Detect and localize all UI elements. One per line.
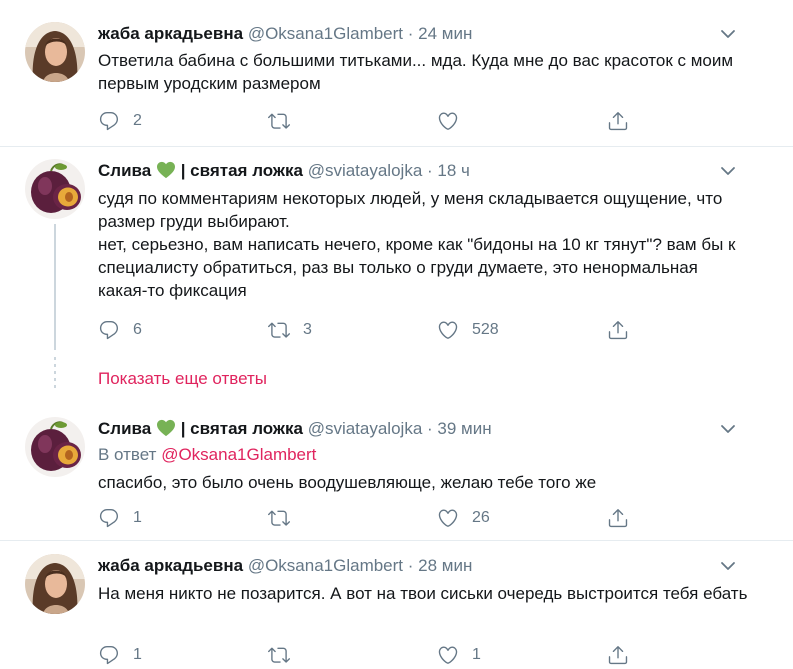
tweet-actions: 1 1: [98, 643, 638, 667]
separator: ·: [407, 24, 414, 43]
share-button[interactable]: [607, 318, 629, 342]
avatar[interactable]: [25, 159, 85, 219]
show-more-replies-link[interactable]: Показать еще ответы: [98, 369, 267, 389]
tweet-text: Ответила бабина с большими титьками... м…: [98, 51, 734, 93]
chevron-down-icon[interactable]: [719, 162, 737, 180]
share-button[interactable]: [607, 643, 629, 667]
like-icon: [438, 646, 458, 664]
divider: [0, 146, 793, 147]
thread-line: [54, 224, 56, 350]
chevron-down-icon[interactable]: [719, 420, 737, 438]
reply-button[interactable]: 1: [98, 506, 142, 530]
reply-button[interactable]: 1: [98, 643, 142, 667]
author-name-suffix[interactable]: | святая ложка: [181, 161, 303, 180]
share-button[interactable]: [607, 506, 629, 530]
author-handle[interactable]: @Oksana1Glambert: [248, 24, 403, 43]
tweet-actions: 2: [98, 109, 638, 133]
like-count: 1: [472, 646, 481, 663]
separator: ·: [427, 419, 433, 438]
tweet-text: спасибо, это было очень воодушевляюще, ж…: [98, 473, 597, 492]
timestamp[interactable]: 39 мин: [437, 419, 491, 438]
author-name[interactable]: жаба аркадьевна: [98, 556, 243, 575]
like-button[interactable]: [437, 109, 472, 133]
author-name[interactable]: Слива: [98, 161, 151, 180]
author-handle[interactable]: @Oksana1Glambert: [248, 556, 403, 575]
avatar[interactable]: [25, 22, 85, 82]
reply-button[interactable]: 6: [98, 318, 142, 342]
green-heart-icon: [156, 419, 175, 437]
retweet-icon: [268, 113, 290, 129]
avatar[interactable]: [25, 554, 85, 614]
tweet-text: судя по комментариям некоторых людей, у …: [98, 189, 736, 300]
reply-count: 1: [133, 646, 142, 663]
reply-count: 2: [133, 112, 142, 129]
retweet-icon: [268, 647, 290, 663]
tweet-text: На меня никто не позарится. А вот на тво…: [98, 584, 748, 603]
avatar[interactable]: [25, 417, 85, 477]
reply-count: 6: [133, 321, 142, 338]
retweet-count: 3: [303, 321, 312, 338]
thread-more-dots: [54, 357, 56, 392]
author-name-suffix[interactable]: | святая ложка: [181, 419, 303, 438]
separator: ·: [407, 556, 414, 575]
like-button[interactable]: 528: [437, 318, 499, 342]
retweet-icon: [268, 322, 290, 338]
timestamp[interactable]: 24 мин: [418, 24, 472, 43]
retweet-button[interactable]: [268, 643, 303, 667]
avatar-image: [25, 22, 85, 82]
share-icon: [608, 321, 628, 340]
tweet-actions: 6 3 528: [98, 318, 638, 342]
timestamp[interactable]: 28 мин: [418, 556, 472, 575]
retweet-button[interactable]: 3: [268, 318, 312, 342]
avatar-image: [25, 554, 85, 614]
tweet-header: жаба аркадьевна @Oksana1Glambert · 24 ми…: [98, 23, 472, 45]
share-icon: [608, 112, 628, 131]
reply-icon: [99, 112, 119, 131]
green-heart-icon: [156, 161, 175, 179]
tweet-header: жаба аркадьевна @Oksana1Glambert · 28 ми…: [98, 555, 472, 577]
reply-icon: [99, 509, 119, 528]
retweet-icon: [268, 510, 290, 526]
reply-context: В ответ @Oksana1Glambert: [98, 444, 316, 466]
reply-button[interactable]: 2: [98, 109, 142, 133]
tweet-actions: 1 26: [98, 506, 638, 530]
avatar-image: [25, 417, 85, 477]
like-icon: [438, 509, 458, 527]
chevron-down-icon[interactable]: [719, 25, 737, 43]
like-icon: [438, 112, 458, 130]
reply-count: 1: [133, 509, 142, 526]
share-icon: [608, 509, 628, 528]
share-button[interactable]: [607, 109, 629, 133]
reply-icon: [99, 646, 119, 665]
like-button[interactable]: 26: [437, 506, 490, 530]
author-handle[interactable]: @sviatayalojka: [308, 419, 423, 438]
retweet-button[interactable]: [268, 506, 303, 530]
reply-prefix: В ответ: [98, 445, 157, 464]
like-button[interactable]: 1: [437, 643, 481, 667]
share-icon: [608, 646, 628, 665]
tweet-header: Слива | святая ложка @sviatayalojka · 39…: [98, 418, 492, 440]
avatar-image: [25, 159, 85, 219]
retweet-button[interactable]: [268, 109, 303, 133]
like-count: 528: [472, 321, 499, 338]
separator: ·: [427, 161, 433, 180]
divider: [0, 540, 793, 541]
timestamp[interactable]: 18 ч: [437, 161, 470, 180]
author-name[interactable]: жаба аркадьевна: [98, 24, 243, 43]
chevron-down-icon[interactable]: [719, 557, 737, 575]
like-icon: [438, 321, 458, 339]
author-handle[interactable]: @sviatayalojka: [308, 161, 423, 180]
reply-icon: [99, 321, 119, 340]
like-count: 26: [472, 509, 490, 526]
tweet-header: Слива | святая ложка @sviatayalojka · 18…: [98, 160, 470, 182]
reply-to-handle-link[interactable]: @Oksana1Glambert: [161, 445, 316, 464]
author-name[interactable]: Слива: [98, 419, 151, 438]
